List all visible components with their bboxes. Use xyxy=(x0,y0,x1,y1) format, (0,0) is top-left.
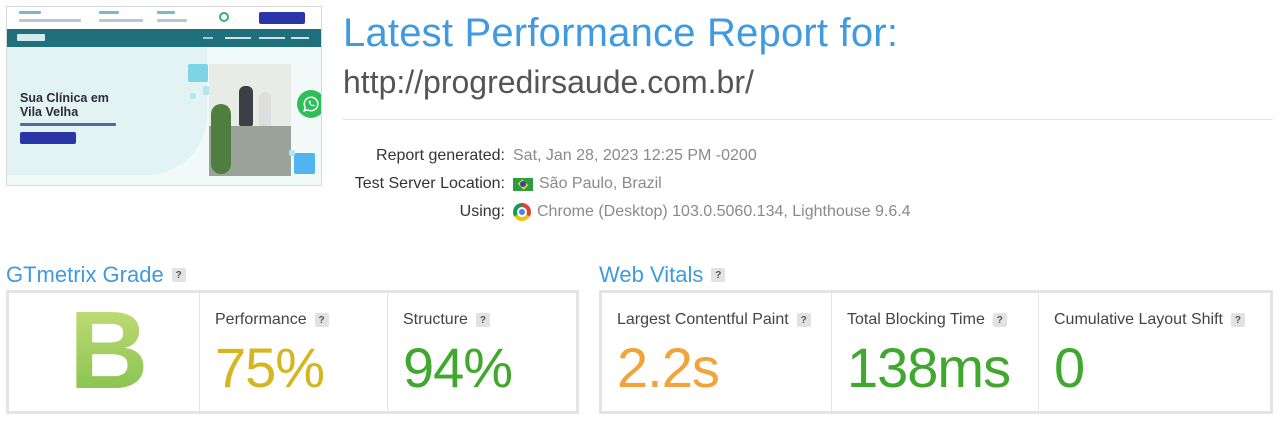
report-url[interactable]: http://progredirsaude.com.br/ xyxy=(343,64,754,101)
structure-value: 94% xyxy=(403,336,513,399)
thumbnail-nav xyxy=(7,29,321,47)
hero-title-line2: Vila Velha xyxy=(20,105,79,119)
brazil-flag-icon xyxy=(513,177,533,191)
thumbnail-hero-subtitle xyxy=(20,123,116,126)
gtmetrix-grade-panel: B Performance ? 75% Structure ? 94% xyxy=(6,290,579,414)
lcp-cell: Largest Contentful Paint ? 2.2s xyxy=(602,293,832,411)
gtmetrix-grade-title: GTmetrix Grade ? xyxy=(6,262,186,288)
location-label: Test Server Location: xyxy=(354,175,505,192)
tbt-value: 138ms xyxy=(847,336,1011,399)
report-meta: Report generated: Sat, Jan 28, 2023 12:2… xyxy=(343,142,1043,226)
grade-letter: B xyxy=(69,289,149,412)
whatsapp-icon xyxy=(297,90,321,118)
thumbnail-photo xyxy=(209,64,291,176)
thumbnail-topbar xyxy=(7,7,321,29)
thumbnail-hero-button xyxy=(20,132,76,144)
help-icon[interactable]: ? xyxy=(475,313,490,327)
help-icon[interactable]: ? xyxy=(796,313,811,327)
web-vitals-panel: Largest Contentful Paint ? 2.2s Total Bl… xyxy=(599,290,1273,414)
divider xyxy=(343,119,1273,120)
help-icon[interactable]: ? xyxy=(992,313,1007,327)
grade-cell: B xyxy=(9,293,200,411)
tbt-cell: Total Blocking Time ? 138ms xyxy=(832,293,1039,411)
performance-value: 75% xyxy=(215,336,325,399)
report-title: Latest Performance Report for: xyxy=(343,11,899,55)
help-icon[interactable]: ? xyxy=(711,268,726,282)
web-vitals-title: Web Vitals ? xyxy=(599,262,726,288)
tbt-label: Total Blocking Time ? xyxy=(847,311,1007,329)
help-icon[interactable]: ? xyxy=(314,313,329,327)
chrome-icon xyxy=(513,203,531,221)
meta-row-location: Test Server Location: São Paulo, Brazil xyxy=(343,170,1043,198)
thumbnail-hero-title: Sua Clínica em Vila Velha xyxy=(20,91,109,119)
meta-row-using: Using: Chrome (Desktop) 103.0.5060.134, … xyxy=(343,198,1043,226)
using-value: Chrome (Desktop) 103.0.5060.134, Lightho… xyxy=(513,203,911,221)
lcp-value: 2.2s xyxy=(617,336,720,399)
location-value: São Paulo, Brazil xyxy=(513,175,662,193)
website-screenshot: Sua Clínica em Vila Velha xyxy=(6,6,322,186)
meta-row-generated: Report generated: Sat, Jan 28, 2023 12:2… xyxy=(343,142,1043,170)
performance-label: Performance ? xyxy=(215,311,329,329)
help-icon[interactable]: ? xyxy=(1230,313,1245,327)
hero-title-line1: Sua Clínica em xyxy=(20,91,109,105)
lcp-label: Largest Contentful Paint ? xyxy=(617,311,811,329)
whatsapp-icon xyxy=(219,12,229,22)
cls-cell: Cumulative Layout Shift ? 0 xyxy=(1039,293,1270,411)
thumbnail-cta-button xyxy=(259,12,305,24)
cls-label: Cumulative Layout Shift ? xyxy=(1054,311,1245,329)
thumbnail-logo xyxy=(17,34,45,41)
report-generated-label: Report generated: xyxy=(376,147,505,164)
report-generated-value: Sat, Jan 28, 2023 12:25 PM -0200 xyxy=(513,147,757,164)
cls-value: 0 xyxy=(1054,336,1085,399)
structure-cell: Structure ? 94% xyxy=(388,293,576,411)
help-icon[interactable]: ? xyxy=(171,268,186,282)
using-label: Using: xyxy=(459,203,505,220)
performance-cell: Performance ? 75% xyxy=(200,293,388,411)
structure-label: Structure ? xyxy=(403,311,490,329)
